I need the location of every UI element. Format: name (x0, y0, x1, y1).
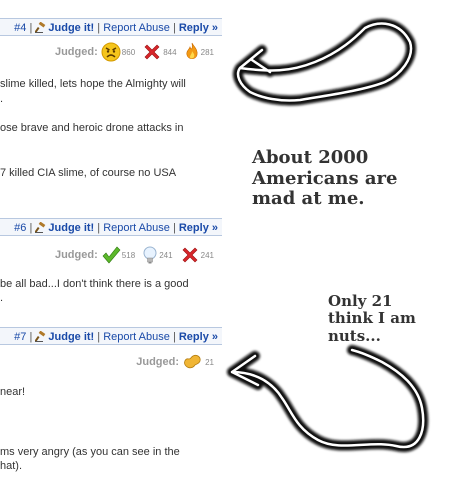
caption-line: think I am (328, 309, 416, 328)
caption-line: mad at me. (252, 188, 365, 210)
caption-top: About 2000 Americans are mad at me. (252, 147, 398, 210)
arrow-bottom-icon (227, 345, 429, 452)
caption-line: About 2000 (252, 147, 369, 168)
annotation-arrows (227, 18, 429, 452)
caption-line: Only 21 (328, 292, 393, 310)
caption-line: Americans are (252, 167, 398, 189)
caption-bottom: Only 21 think I am nuts... (328, 292, 416, 345)
arrow-top-icon (233, 18, 416, 106)
caption-line: nuts... (328, 326, 381, 345)
